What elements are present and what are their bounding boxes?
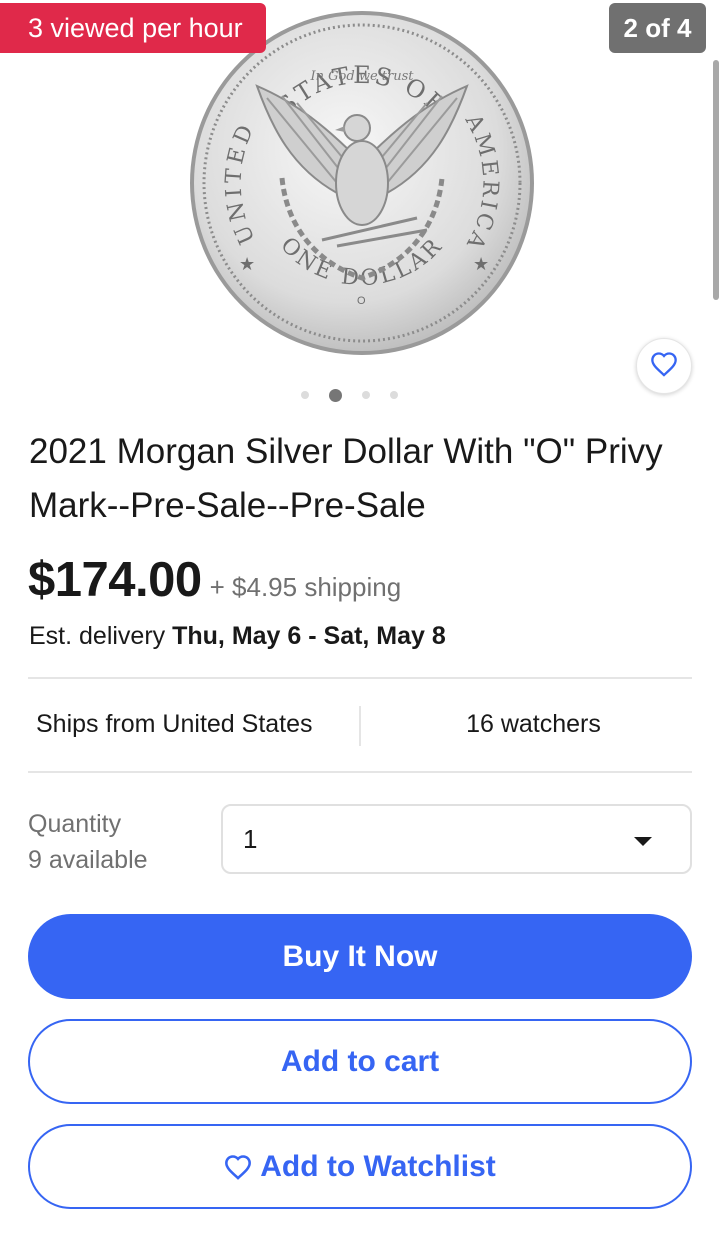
buy-it-now-button[interactable]: Buy It Now — [28, 914, 692, 999]
svg-text:O: O — [357, 295, 366, 307]
viewed-per-hour-badge: 3 viewed per hour — [0, 3, 266, 53]
quantity-label: Quantity — [28, 810, 122, 838]
item-price: $174.00 — [28, 553, 202, 607]
heart-icon — [650, 351, 678, 382]
gallery-pagination-dots — [0, 385, 720, 405]
heart-icon — [224, 1154, 252, 1180]
image-counter-text: 2 of 4 — [623, 13, 692, 43]
coin-image[interactable]: STATES OF UNITED AMERICA ONE DOLLAR In G… — [187, 8, 537, 358]
add-to-watchlist-label: Add to Watchlist — [260, 1149, 496, 1183]
image-counter-badge: 2 of 4 — [609, 3, 706, 53]
quantity-available: 9 available — [28, 846, 148, 874]
viewed-per-hour-text: 3 viewed per hour — [28, 13, 243, 43]
shipping-cost: + $4.95 shipping — [209, 572, 402, 602]
svg-text:★: ★ — [473, 254, 489, 274]
svg-text:In God we trust: In God we trust — [310, 69, 415, 84]
pagination-dot[interactable] — [300, 391, 309, 399]
caret-down-icon — [634, 837, 652, 846]
pagination-dot[interactable] — [389, 391, 398, 399]
delivery-prefix: Est. delivery — [29, 622, 173, 650]
add-to-watchlist-button[interactable]: Add to Watchlist — [28, 1124, 692, 1209]
pagination-dot[interactable] — [361, 391, 370, 399]
listing-title: 2021 Morgan Silver Dollar With "O" Privy… — [29, 432, 663, 525]
add-to-cart-label: Add to cart — [280, 1044, 440, 1078]
buy-it-now-label: Buy It Now — [282, 939, 438, 973]
estimated-delivery: Est. delivery Thu, May 6 - Sat, May 8 — [29, 622, 446, 651]
svg-text:★: ★ — [239, 254, 255, 274]
delivery-dates: Thu, May 6 - Sat, May 8 — [172, 622, 446, 650]
image-gallery[interactable]: STATES OF UNITED AMERICA ONE DOLLAR In G… — [0, 0, 720, 410]
watchers-count: 16 watchers — [466, 710, 601, 738]
quantity-label-group: Quantity 9 available — [28, 806, 148, 878]
ships-from: Ships from United States — [36, 710, 313, 738]
divider — [28, 771, 692, 773]
quantity-selected-value: 1 — [243, 824, 258, 854]
price-row: $174.00 + $4.95 shipping — [28, 552, 401, 607]
divider — [28, 677, 692, 679]
add-to-cart-button[interactable]: Add to cart — [28, 1019, 692, 1104]
pagination-dot-active[interactable] — [328, 388, 342, 402]
scrollbar-thumb[interactable] — [713, 60, 719, 300]
quantity-select[interactable]: 1 — [221, 804, 692, 874]
morgan-dollar-reverse-image: STATES OF UNITED AMERICA ONE DOLLAR In G… — [190, 11, 534, 355]
